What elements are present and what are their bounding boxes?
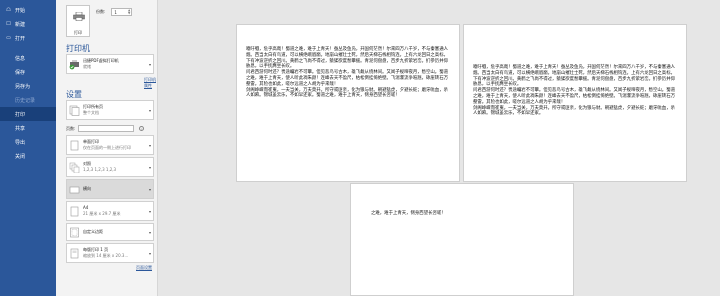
nav-item-home[interactable]: ☖ 开始	[0, 3, 56, 17]
nav-item-export[interactable]: 导出	[0, 135, 56, 149]
chevron-down-icon: ▾	[148, 229, 151, 235]
print-preview: 噫吁嚱，危乎高哉！蜀道之难，难于上青天！蚕丛及鱼凫，开国何茫然！尔来四万八千岁，…	[159, 0, 720, 296]
nav-item-label: 另存为	[15, 83, 31, 90]
chevron-down-icon: ▾	[148, 107, 151, 113]
print-settings-pane: 打印 份数: 1 ▲ ▼ 打印机 迅捷PDF虚拟打印机 就绪 ▾ 打印机属性 设置…	[56, 0, 158, 296]
one-sided-icon	[70, 140, 79, 150]
folder-icon: ▭	[6, 35, 11, 41]
nav-item-label: 新建	[15, 21, 26, 28]
print-range-sub: 整个文档	[83, 110, 99, 115]
margins-select[interactable]: 自定义边距 ▾	[66, 223, 154, 241]
nav-item-label: 开始	[15, 7, 26, 14]
stepper-arrows-icon[interactable]: ▲ ▼	[128, 9, 131, 15]
nav-item-label: 导出	[15, 139, 26, 146]
pages-label: 页数:	[66, 125, 76, 131]
copies-label: 份数:	[96, 9, 106, 14]
new-doc-icon: ☐	[6, 21, 11, 27]
pages-per-sheet-sub: 缩放到 14 厘米 x 20.3...	[83, 253, 129, 258]
nav-item-label: 打开	[15, 35, 26, 42]
printer-status-icon	[69, 59, 79, 69]
nav-item-label: 历史记录	[15, 97, 36, 104]
preview-page-2: 噫吁嚱，危乎高哉！蜀道之难，难于上青天！蚕丛及鱼凫，开国何茫然！尔来四万八千岁，…	[463, 24, 687, 182]
nav-item-save-as[interactable]: 另存为	[0, 79, 56, 93]
chevron-down-icon: ▾	[148, 208, 151, 214]
landscape-icon	[69, 186, 80, 193]
page-1-text: 噫吁嚱，危乎高哉！蜀道之难，难于上青天！蚕丛及鱼凫，开国何茫然！尔来四万八千岁，…	[246, 47, 448, 99]
nav-item-label: 信息	[15, 55, 26, 62]
nav-item-open[interactable]: ▭ 打开	[0, 31, 56, 45]
nav-item-history[interactable]: 历史记录	[0, 93, 56, 107]
collate-sub: 1,2,3 1,2,3 1,2,3	[83, 167, 117, 172]
chevron-down-icon: ▾	[148, 164, 151, 170]
page-setup-link[interactable]: 页面设置	[136, 265, 152, 271]
nav-item-label: 保存	[15, 69, 26, 76]
page-3-text: 之难，难于上青天，侧身西望长咨嗟！	[371, 211, 446, 216]
pages-row: 页数: i	[66, 125, 145, 132]
pages-icon	[69, 105, 80, 116]
sides-sub: 仅在页面的一侧上进行打印	[83, 145, 131, 150]
orientation-label: 横向	[83, 186, 91, 191]
nav-item-label: 共享	[15, 125, 26, 132]
printer-status: 就绪	[83, 64, 91, 69]
nav-item-label: 打印	[15, 111, 26, 118]
print-range-select[interactable]: 打印所有页 整个文档 ▾	[66, 100, 154, 120]
copies-row: 份数: 1 ▲ ▼	[96, 8, 133, 16]
orientation-select[interactable]: 横向 ▾	[66, 179, 154, 199]
margins-icon	[70, 227, 79, 237]
printer-heading: 打印机	[66, 44, 90, 53]
collate-icon	[69, 162, 80, 173]
sides-select[interactable]: 单面打印 仅在页面的一侧上进行打印 ▾	[66, 135, 154, 155]
paper-icon	[70, 206, 79, 216]
copies-value: 1	[114, 9, 117, 15]
paper-size-sub: 21 厘米 x 29.7 厘米	[83, 211, 121, 216]
margins-label: 自定义边距	[83, 229, 103, 234]
nav-item-share[interactable]: 共享	[0, 121, 56, 135]
nav-item-label: 关闭	[15, 153, 26, 160]
pages-input[interactable]	[78, 125, 135, 132]
chevron-down-icon: ▾	[148, 142, 151, 148]
printer-icon	[73, 12, 85, 21]
settings-heading: 设置	[66, 90, 82, 99]
chevron-down-icon: ▾	[148, 61, 151, 67]
chevron-down-icon: ▾	[148, 250, 151, 256]
copies-stepper[interactable]: 1 ▲ ▼	[111, 8, 133, 16]
preview-page-3: 之难，难于上青天，侧身西望长咨嗟！	[350, 183, 574, 296]
nav-item-save[interactable]: 保存	[0, 65, 56, 79]
nav-item-info[interactable]: 信息	[0, 51, 56, 65]
collate-select[interactable]: 对照 1,2,3 1,2,3 1,2,3 ▾	[66, 157, 154, 177]
print-button-label: 打印	[74, 30, 82, 35]
home-icon: ☖	[6, 7, 11, 13]
chevron-down-icon: ▾	[148, 186, 151, 192]
printer-select[interactable]: 迅捷PDF虚拟打印机 就绪 ▾	[66, 54, 154, 74]
paper-size-select[interactable]: A4 21 厘米 x 29.7 厘米 ▾	[66, 201, 154, 221]
backstage-nav: ☖ 开始 ☐ 新建 ▭ 打开 信息 保存 另存为 历史记录 打印 共享 导出 关…	[0, 0, 56, 296]
print-button[interactable]: 打印	[66, 5, 90, 37]
info-icon[interactable]: i	[139, 126, 145, 131]
nav-item-print[interactable]: 打印	[0, 107, 56, 121]
nav-item-close[interactable]: 关闭	[0, 149, 56, 163]
page-2-text: 噫吁嚱，危乎高哉！蜀道之难，难于上青天！蚕丛及鱼凫，开国何茫然！尔来四万八千岁，…	[473, 65, 675, 117]
nav-item-new[interactable]: ☐ 新建	[0, 17, 56, 31]
preview-page-1: 噫吁嚱，危乎高哉！蜀道之难，难于上青天！蚕丛及鱼凫，开国何茫然！尔来四万八千岁，…	[236, 24, 460, 182]
pages-per-sheet-select[interactable]: 每版打印 1 页 缩放到 14 厘米 x 20.3... ▾	[66, 243, 154, 263]
pages-per-sheet-icon	[70, 248, 79, 258]
printer-properties-link[interactable]: 打印机属性	[144, 77, 157, 89]
